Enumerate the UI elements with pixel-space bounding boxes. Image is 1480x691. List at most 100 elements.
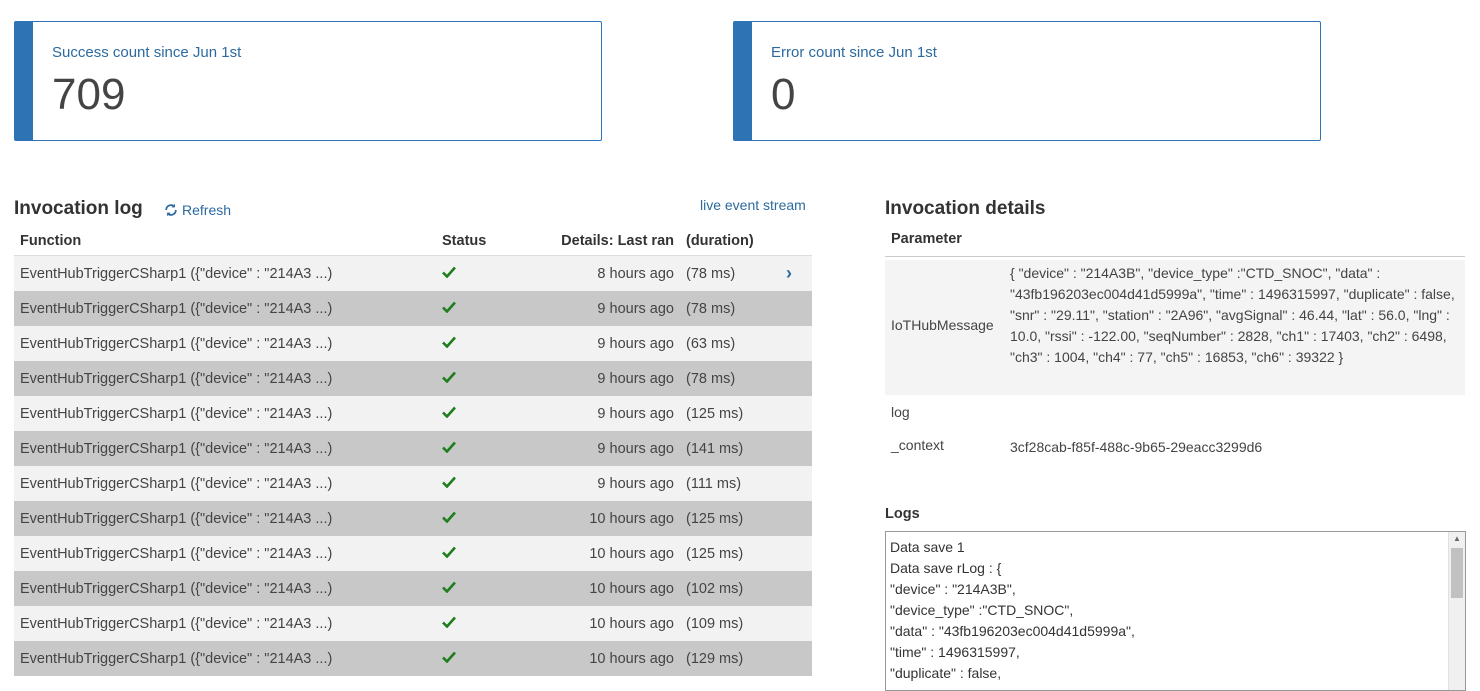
check-icon [442, 511, 456, 523]
table-row[interactable]: EventHubTriggerCSharp1 ({"device" : "214… [14, 291, 812, 326]
table-row[interactable]: EventHubTriggerCSharp1 ({"device" : "214… [14, 466, 812, 501]
log-line: "device" : "214A3B", [890, 581, 1016, 597]
table-row[interactable]: EventHubTriggerCSharp1 ({"device" : "214… [14, 571, 812, 606]
cell-last-ran: 10 hours ago [518, 536, 680, 571]
invocation-log-table: Function Status Details: Last ran (durat… [14, 226, 812, 676]
cell-duration: (78 ms) [680, 255, 780, 291]
cell-function: EventHubTriggerCSharp1 ({"device" : "214… [14, 501, 436, 536]
error-count-value: 0 [771, 70, 796, 119]
live-event-stream-link[interactable]: live event stream [700, 197, 806, 213]
invocation-details-title: Invocation details [885, 198, 1046, 219]
success-count-value: 709 [52, 70, 126, 119]
cell-function: EventHubTriggerCSharp1 ({"device" : "214… [14, 571, 436, 606]
cell-status [436, 606, 518, 641]
check-icon [442, 651, 456, 663]
cell-chevron [780, 466, 812, 501]
success-count-card: Success count since Jun 1st 709 [14, 21, 602, 141]
check-icon [442, 441, 456, 453]
table-row[interactable]: EventHubTriggerCSharp1 ({"device" : "214… [14, 431, 812, 466]
cell-chevron [780, 431, 812, 466]
param-key: log [891, 404, 910, 420]
cell-chevron [780, 361, 812, 396]
cell-duration: (125 ms) [680, 536, 780, 571]
column-header-spacer [780, 226, 812, 256]
cell-function: EventHubTriggerCSharp1 ({"device" : "214… [14, 431, 436, 466]
cell-chevron [780, 326, 812, 361]
error-count-card: Error count since Jun 1st 0 [733, 21, 1321, 141]
column-header-duration: (duration) [680, 226, 780, 256]
cell-duration: (63 ms) [680, 326, 780, 361]
cell-last-ran: 9 hours ago [518, 396, 680, 431]
check-icon [442, 406, 456, 418]
cell-chevron [780, 571, 812, 606]
cell-duration: (109 ms) [680, 606, 780, 641]
cell-chevron [780, 606, 812, 641]
param-value: { "device" : "214A3B", "device_type" :"C… [1010, 265, 1455, 365]
cell-last-ran: 9 hours ago [518, 466, 680, 501]
cell-status [436, 501, 518, 536]
table-row[interactable]: EventHubTriggerCSharp1 ({"device" : "214… [14, 326, 812, 361]
cell-duration: (141 ms) [680, 431, 780, 466]
cell-function: EventHubTriggerCSharp1 ({"device" : "214… [14, 326, 436, 361]
cell-last-ran: 10 hours ago [518, 641, 680, 676]
cell-last-ran: 9 hours ago [518, 431, 680, 466]
table-row[interactable]: EventHubTriggerCSharp1 ({"device" : "214… [14, 606, 812, 641]
cell-status [436, 291, 518, 326]
cell-function: EventHubTriggerCSharp1 ({"device" : "214… [14, 641, 436, 676]
scroll-up-icon[interactable]: ▲ [1449, 534, 1465, 543]
table-row[interactable]: EventHubTriggerCSharp1 ({"device" : "214… [14, 361, 812, 396]
table-row[interactable]: EventHubTriggerCSharp1 ({"device" : "214… [14, 536, 812, 571]
refresh-button[interactable]: Refresh [164, 202, 231, 218]
column-header-function: Function [14, 226, 436, 256]
param-key: IoTHubMessage [891, 317, 994, 333]
scroll-thumb[interactable] [1451, 548, 1463, 598]
cell-duration: (125 ms) [680, 396, 780, 431]
logs-textarea[interactable]: Data save 1 Data save rLog : {"device" : … [885, 531, 1466, 691]
error-count-label: Error count since Jun 1st [771, 44, 937, 61]
log-line: "time" : 1496315997, [890, 644, 1020, 660]
param-row-context: _context 3cf28cab-f85f-488c-9b65-29eacc3… [885, 437, 1465, 461]
cell-function: EventHubTriggerCSharp1 ({"device" : "214… [14, 466, 436, 501]
parameter-header: Parameter [885, 226, 1465, 257]
cell-status [436, 361, 518, 396]
column-header-status: Status [436, 226, 518, 256]
cell-function: EventHubTriggerCSharp1 ({"device" : "214… [14, 361, 436, 396]
log-line: "device_type" :"CTD_SNOC", [890, 602, 1074, 618]
check-icon [442, 616, 456, 628]
cell-status [436, 431, 518, 466]
table-row[interactable]: EventHubTriggerCSharp1 ({"device" : "214… [14, 255, 812, 291]
invocation-log-title: Invocation log [14, 198, 143, 219]
cell-last-ran: 10 hours ago [518, 606, 680, 641]
cell-function: EventHubTriggerCSharp1 ({"device" : "214… [14, 291, 436, 326]
check-icon [442, 301, 456, 313]
cell-chevron [780, 641, 812, 676]
cell-last-ran: 9 hours ago [518, 326, 680, 361]
param-row-log: log [885, 404, 1465, 428]
cell-duration: (111 ms) [680, 466, 780, 501]
cell-function: EventHubTriggerCSharp1 ({"device" : "214… [14, 536, 436, 571]
cell-status [436, 536, 518, 571]
log-line: "duplicate" : false, [890, 665, 1002, 681]
cell-last-ran: 10 hours ago [518, 501, 680, 536]
log-line: "data" : "43fb196203ec004d41d5999a", [890, 623, 1135, 639]
table-row[interactable]: EventHubTriggerCSharp1 ({"device" : "214… [14, 396, 812, 431]
cell-duration: (125 ms) [680, 501, 780, 536]
table-row[interactable]: EventHubTriggerCSharp1 ({"device" : "214… [14, 501, 812, 536]
param-value: 3cf28cab-f85f-488c-9b65-29eacc3299d6 [1010, 439, 1263, 455]
cell-duration: (78 ms) [680, 291, 780, 326]
success-count-label: Success count since Jun 1st [52, 44, 242, 61]
check-icon [442, 546, 456, 558]
cell-chevron [780, 536, 812, 571]
check-icon [442, 581, 456, 593]
chevron-right-icon[interactable]: › [786, 263, 792, 283]
cell-chevron [780, 396, 812, 431]
table-row[interactable]: EventHubTriggerCSharp1 ({"device" : "214… [14, 641, 812, 676]
cell-duration: (78 ms) [680, 361, 780, 396]
cell-duration: (102 ms) [680, 571, 780, 606]
logs-content: Data save 1 Data save rLog : {"device" : … [890, 537, 1135, 684]
cell-function: EventHubTriggerCSharp1 ({"device" : "214… [14, 255, 436, 291]
log-line: Data save rLog : { [890, 560, 1002, 576]
check-icon [442, 266, 456, 278]
param-row-iothubmessage: IoTHubMessage { "device" : "214A3B", "de… [885, 260, 1465, 395]
logs-scrollbar[interactable]: ▲ [1448, 532, 1465, 690]
